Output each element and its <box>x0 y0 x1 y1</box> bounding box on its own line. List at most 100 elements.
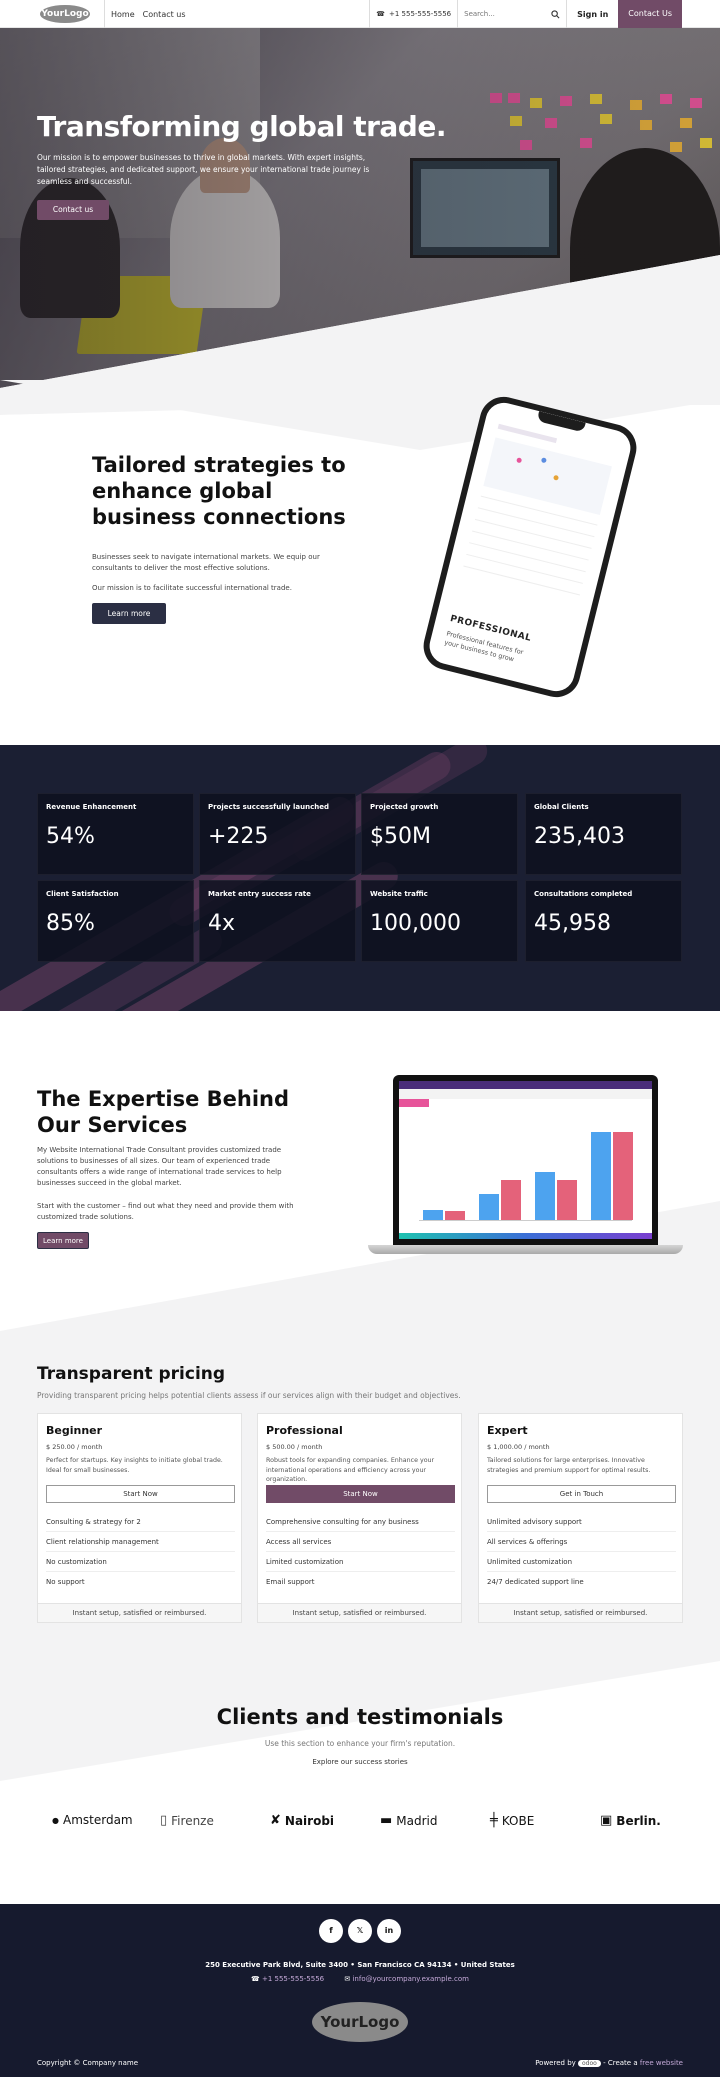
plan-feature: All services & offerings <box>487 1532 676 1552</box>
pricing-subtitle: Providing transparent pricing helps pote… <box>37 1391 461 1400</box>
stat-value: 235,403 <box>534 824 625 849</box>
linkedin-icon[interactable]: in <box>377 1919 401 1943</box>
plan-footer: Instant setup, satisfied or reimbursed. <box>258 1603 461 1622</box>
phone-icon: ☎ <box>251 1975 260 1983</box>
nairobi-logo-icon: ✘ <box>270 1813 281 1828</box>
search-box <box>457 0 568 28</box>
plan-card-expert: Expert $ 1,000.00 / month Tailored solut… <box>478 1413 683 1623</box>
stat-value: 54% <box>46 824 95 849</box>
stat-card: Client Satisfaction 85% <box>37 880 194 962</box>
plan-start-button[interactable]: Start Now <box>266 1485 455 1503</box>
clients-section: Clients and testimonials Use this sectio… <box>0 1661 720 1904</box>
stat-value: 45,958 <box>534 911 611 936</box>
client-logo-kobe: ╪ KOBE <box>490 1813 534 1828</box>
expertise-title: The Expertise Behind Our Services <box>37 1087 290 1137</box>
footer-logo[interactable]: YourLogo <box>312 2002 408 2042</box>
client-logo-nairobi: ✘ Nairobi <box>270 1813 334 1828</box>
stat-value: $50M <box>370 824 431 849</box>
stat-card: Projected growth $50M <box>361 793 518 875</box>
hero-contact-button[interactable]: Contact us <box>37 200 109 220</box>
plan-feature: Limited customization <box>266 1552 455 1572</box>
search-icon[interactable] <box>551 9 560 19</box>
plan-feature: 24/7 dedicated support line <box>487 1578 584 1586</box>
nav-contact-us[interactable]: Contact us <box>143 10 186 19</box>
header-actions: ☎ +1 555-555-5556 Sign in Contact Us <box>369 0 682 28</box>
client-logo-berlin: ▣ Berlin. <box>600 1813 661 1828</box>
client-name: Berlin. <box>616 1813 661 1828</box>
pricing-title: Transparent pricing <box>37 1364 226 1384</box>
hero-text: Our mission is to empower businesses to … <box>37 153 370 186</box>
stat-value: 100,000 <box>370 911 461 936</box>
main-nav: Home Contact us <box>104 0 194 28</box>
powered-by: Powered by odoo - Create a free website <box>535 2059 683 2067</box>
hero-title: Transforming global trade. <box>37 110 446 143</box>
powered-by-mid: - Create a <box>603 2059 638 2067</box>
footer-copyright: Copyright © Company name <box>37 2059 139 2067</box>
odoo-logo[interactable]: odoo <box>578 2060 601 2067</box>
sign-in-link[interactable]: Sign in <box>567 10 618 19</box>
page: YourLogo Home Contact us ☎ +1 555-555-55… <box>0 0 720 2077</box>
kobe-logo-icon: ╪ <box>490 1813 498 1828</box>
search-input[interactable] <box>464 10 545 18</box>
header-contact-button[interactable]: Contact Us <box>618 0 682 28</box>
stat-card: Global Clients 235,403 <box>525 793 682 875</box>
plan-feature: Consulting & strategy for 2 <box>46 1512 235 1532</box>
plan-feature: No support <box>46 1578 85 1586</box>
tailored-paragraph-2: Our mission is to facilitate successful … <box>92 584 292 592</box>
client-logo-amsterdam: ● Amsterdam <box>52 1813 133 1827</box>
success-stories-link[interactable]: Explore our success stories <box>0 1758 720 1766</box>
plan-start-button[interactable]: Start Now <box>46 1485 235 1503</box>
plan-card-beginner: Beginner $ 250.00 / month Perfect for st… <box>37 1413 242 1623</box>
plan-price: $ 1,000.00 / month <box>487 1443 550 1451</box>
client-name: Firenze <box>171 1813 214 1828</box>
stat-label: Market entry success rate <box>208 890 311 898</box>
stat-card: Consultations completed 45,958 <box>525 880 682 962</box>
stat-card: Revenue Enhancement 54% <box>37 793 194 875</box>
clients-subtitle: Use this section to enhance your firm's … <box>264 1739 456 1748</box>
laptop-mockup <box>393 1075 658 1245</box>
plan-name: Beginner <box>46 1424 103 1437</box>
expertise-paragraph-1: My Website International Trade Consultan… <box>37 1146 282 1187</box>
stat-card: Website traffic 100,000 <box>361 880 518 962</box>
header-phone[interactable]: ☎ +1 555-555-5556 <box>369 0 457 28</box>
x-twitter-icon[interactable]: 𝕏 <box>348 1919 372 1943</box>
tailored-paragraph-1: Businesses seek to navigate internationa… <box>92 553 320 572</box>
laptop-screen <box>399 1081 652 1239</box>
plan-feature: Client relationship management <box>46 1532 235 1552</box>
footer-address: 250 Executive Park Blvd, Suite 3400 • Sa… <box>205 1961 515 1969</box>
envelope-icon: ✉ <box>344 1975 351 1983</box>
pricing-section: Transparent pricing Providing transparen… <box>0 1331 720 1661</box>
plan-feature: Unlimited customization <box>487 1552 676 1572</box>
tailored-learn-more-button[interactable]: Learn more <box>92 603 166 624</box>
plan-feature: Access all services <box>266 1532 455 1552</box>
plan-name: Expert <box>487 1424 528 1437</box>
stat-card: Projects successfully launched +225 <box>199 793 356 875</box>
stat-label: Client Satisfaction <box>46 890 119 898</box>
expertise-section: The Expertise Behind Our Services My Web… <box>0 1011 720 1331</box>
stat-label: Website traffic <box>370 890 428 898</box>
site-footer: f 𝕏 in 250 Executive Park Blvd, Suite 34… <box>0 1904 720 2077</box>
client-name: Nairobi <box>284 1813 335 1828</box>
plan-name: Professional <box>266 1424 343 1437</box>
site-logo[interactable]: YourLogo <box>40 5 90 23</box>
expertise-learn-more-button[interactable]: Learn more <box>37 1232 89 1249</box>
footer-email[interactable]: info@yourcompany.example.com <box>352 1975 469 1983</box>
free-website-link[interactable]: free website <box>640 2059 683 2067</box>
madrid-logo-icon: ▬ <box>380 1813 393 1828</box>
plan-feature: Unlimited advisory support <box>487 1512 676 1532</box>
stat-label: Consultations completed <box>534 890 633 898</box>
nav-home[interactable]: Home <box>111 10 135 19</box>
stat-value: 4x <box>208 911 236 936</box>
stats-section: Revenue Enhancement 54% Projects success… <box>0 745 720 1011</box>
footer-phone[interactable]: +1 555-555-5556 <box>262 1975 324 1983</box>
plan-price: $ 250.00 / month <box>46 1443 103 1451</box>
tailored-section: Tailored strategies to enhance global bu… <box>0 300 720 745</box>
facebook-icon[interactable]: f <box>319 1919 343 1943</box>
client-name: Amsterdam <box>62 1813 133 1827</box>
plan-contact-button[interactable]: Get in Touch <box>487 1485 676 1503</box>
powered-by-label: Powered by <box>535 2059 576 2067</box>
header-phone-number: +1 555-555-5556 <box>389 10 452 18</box>
footer-contacts: ☎ +1 555-555-5556 ✉ info@yourcompany.exa… <box>0 1975 720 1983</box>
client-name: Madrid <box>396 1813 438 1828</box>
plan-description: Perfect for startups. Key insights to in… <box>46 1457 223 1474</box>
